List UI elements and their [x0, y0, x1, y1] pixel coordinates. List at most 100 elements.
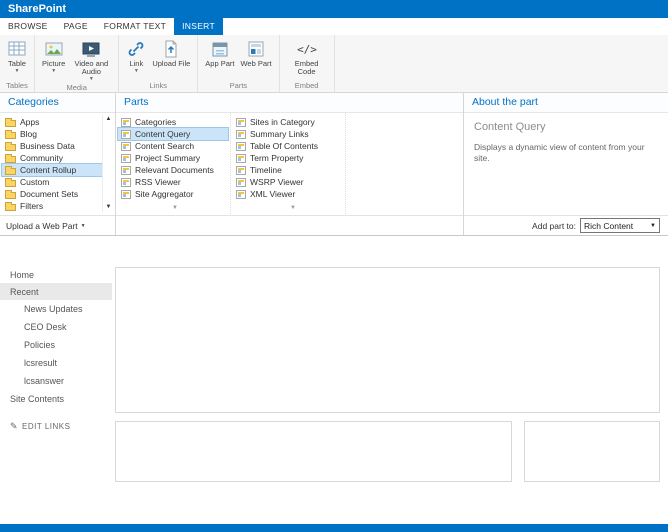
tab-format-text[interactable]: FORMAT TEXT	[96, 18, 174, 35]
part-item-xml-viewer[interactable]: XML Viewer	[233, 188, 343, 200]
add-part-target-select[interactable]: Rich Content ▼	[580, 218, 660, 233]
about-panel: About the part Content Query Displays a …	[464, 93, 668, 235]
table-button[interactable]: Table ▼	[5, 38, 29, 75]
app-part-icon	[210, 39, 230, 59]
folder-icon	[5, 189, 16, 199]
part-item-rss-viewer[interactable]: RSS Viewer	[118, 176, 228, 188]
scroll-up-icon[interactable]: ▲	[103, 115, 114, 124]
sidebar-item-home[interactable]: Home	[0, 266, 112, 283]
part-label: Table Of Contents	[250, 141, 319, 151]
part-label: Site Aggregator	[135, 189, 194, 199]
web-part-item-icon	[121, 165, 131, 175]
categories-list: Apps Blog Business Data Community Conten…	[0, 113, 115, 212]
category-item-custom[interactable]: Custom	[2, 176, 113, 188]
about-part-description: Displays a dynamic view of content from …	[474, 142, 645, 163]
category-item-business-data[interactable]: Business Data	[2, 140, 113, 152]
sidebar-item-recent[interactable]: Recent	[0, 283, 112, 300]
category-label: Document Sets	[20, 189, 79, 199]
svg-text:</>: </>	[297, 43, 317, 56]
part-item-summary-links[interactable]: Summary Links	[233, 128, 343, 140]
rich-content-zone-bottom-right[interactable]	[524, 421, 660, 482]
parts-panel: Parts Categories Content Query Content S…	[116, 93, 464, 235]
part-item-content-query[interactable]: Content Query	[117, 127, 229, 141]
part-item-table-of-contents[interactable]: Table Of Contents	[233, 140, 343, 152]
app-part-button[interactable]: App Part	[203, 38, 236, 69]
part-item-site-aggregator[interactable]: Site Aggregator	[118, 188, 228, 200]
app-part-button-label: App Part	[205, 59, 235, 68]
edit-links-button[interactable]: ✎ EDIT LINKS	[0, 419, 112, 433]
web-part-item-icon	[121, 141, 131, 151]
chevron-down-icon: ▼	[133, 68, 139, 74]
category-label: Filters	[20, 201, 44, 211]
category-item-filters[interactable]: Filters	[2, 200, 113, 212]
tab-insert[interactable]: INSERT	[174, 18, 223, 35]
ribbon-group-links: Link ▼ Upload File Links	[119, 35, 199, 92]
upload-file-button[interactable]: Upload File	[150, 38, 192, 69]
sidebar-item-lcsresult[interactable]: lcsresult	[0, 354, 112, 372]
web-part-button-label: Web Part	[240, 59, 272, 68]
category-item-content-rollup[interactable]: Content Rollup	[1, 163, 114, 177]
web-part-item-icon	[121, 177, 131, 187]
category-item-apps[interactable]: Apps	[2, 116, 113, 128]
tab-page[interactable]: PAGE	[56, 18, 96, 35]
parts-scroll-indicator-icon[interactable]: ▼	[172, 205, 178, 211]
picture-button[interactable]: Picture ▼	[40, 38, 67, 75]
part-label: Content Search	[135, 141, 195, 151]
add-part-target-value: Rich Content	[584, 220, 634, 231]
part-item-relevant-documents[interactable]: Relevant Documents	[118, 164, 228, 176]
sidebar-item-lcsanswer[interactable]: lcsanswer	[0, 372, 112, 390]
web-part-icon	[246, 39, 266, 59]
folder-icon	[5, 177, 16, 187]
upload-file-button-label: Upload File	[152, 59, 191, 68]
part-item-term-property[interactable]: Term Property	[233, 152, 343, 164]
part-label: Project Summary	[135, 153, 201, 163]
link-icon	[126, 39, 146, 59]
web-part-button[interactable]: Web Part	[238, 38, 273, 69]
categories-scrollbar[interactable]: ▲ ▼	[102, 115, 114, 212]
rich-content-zone-bottom-left[interactable]	[115, 421, 512, 482]
parts-column-2: Sites in Category Summary Links Table Of…	[231, 113, 346, 216]
suite-brand[interactable]: SharePoint	[8, 3, 66, 15]
category-label: Content Rollup	[20, 165, 77, 175]
edit-links-label: EDIT LINKS	[22, 421, 71, 431]
category-item-document-sets[interactable]: Document Sets	[2, 188, 113, 200]
nav-label: lcsanswer	[24, 376, 65, 386]
chevron-down-icon: ▼	[51, 68, 57, 74]
part-item-categories[interactable]: Categories	[118, 116, 228, 128]
web-part-item-icon	[236, 129, 246, 139]
part-item-timeline[interactable]: Timeline	[233, 164, 343, 176]
pencil-icon: ✎	[10, 420, 19, 431]
ribbon-group-label-media: Media	[66, 83, 87, 92]
video-and-audio-button[interactable]: Video and Audio ▼	[69, 38, 113, 83]
parts-scroll-indicator-icon[interactable]: ▼	[290, 205, 296, 211]
ribbon-group-embed: </> Embed Code Embed	[280, 35, 335, 92]
rich-content-zone-main[interactable]	[115, 267, 660, 413]
part-item-wsrp-viewer[interactable]: WSRP Viewer	[233, 176, 343, 188]
sidebar-item-policies[interactable]: Policies	[0, 336, 112, 354]
sidebar-item-news-updates[interactable]: News Updates	[0, 300, 112, 318]
embed-code-button[interactable]: </> Embed Code	[285, 38, 329, 77]
sidebar-item-ceo-desk[interactable]: CEO Desk	[0, 318, 112, 336]
part-item-content-search[interactable]: Content Search	[118, 140, 228, 152]
sidebar-item-site-contents[interactable]: Site Contents	[0, 390, 112, 407]
embed-code-icon: </>	[297, 39, 317, 59]
categories-panel: Categories Apps Blog Business Data Commu…	[0, 93, 116, 235]
category-label: Custom	[20, 177, 50, 187]
tab-browse[interactable]: BROWSE	[0, 18, 56, 35]
embed-code-button-label: Embed Code	[294, 59, 319, 76]
part-label: Sites in Category	[250, 117, 315, 127]
part-label: Timeline	[250, 165, 282, 175]
part-item-sites-in-category[interactable]: Sites in Category	[233, 116, 343, 128]
part-item-project-summary[interactable]: Project Summary	[118, 152, 228, 164]
category-item-community[interactable]: Community	[2, 152, 113, 164]
web-part-item-icon	[236, 141, 246, 151]
web-part-item-icon	[236, 165, 246, 175]
scroll-down-icon[interactable]: ▼	[103, 203, 114, 212]
link-button[interactable]: Link ▼	[124, 38, 148, 75]
category-item-blog[interactable]: Blog	[2, 128, 113, 140]
web-part-item-icon	[121, 129, 131, 139]
category-label: Business Data	[20, 141, 75, 151]
part-label: Term Property	[250, 153, 304, 163]
upload-web-part-label: Upload a Web Part	[6, 220, 78, 231]
upload-web-part-link[interactable]: Upload a Web Part ▼	[6, 221, 86, 231]
